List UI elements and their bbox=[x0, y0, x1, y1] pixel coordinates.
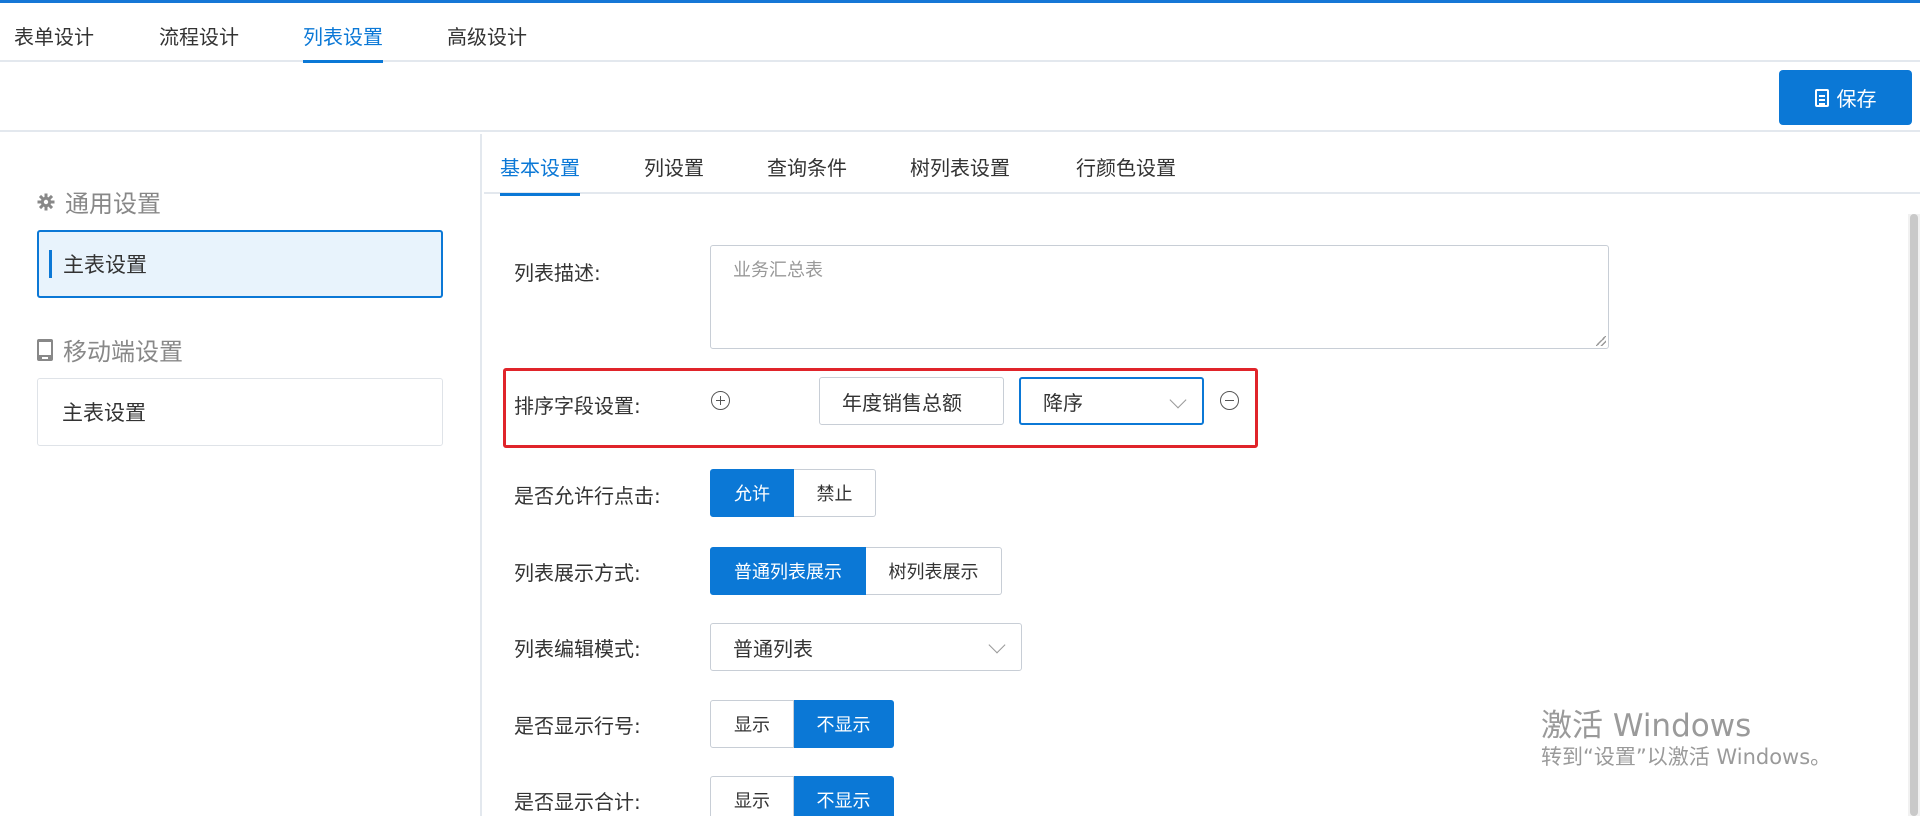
app-root: 表单设计 流程设计 列表设置 高级设计 保存 通用设置 主表设置 移动端设置 主… bbox=[0, 0, 1920, 816]
tab-flow-design[interactable]: 流程设计 bbox=[159, 21, 239, 50]
row-number-toggle: 显示 不显示 bbox=[710, 700, 894, 748]
toolbar: 保存 bbox=[0, 62, 1920, 132]
description-label: 列表描述: bbox=[514, 261, 601, 285]
settings-tab-bar: 基本设置 列设置 查询条件 树列表设置 行颜色设置 bbox=[484, 134, 1920, 196]
chevron-down-icon bbox=[988, 636, 1006, 654]
sort-field-value: 年度销售总额 bbox=[842, 390, 962, 415]
save-button[interactable]: 保存 bbox=[1779, 70, 1912, 125]
edit-mode-label: 列表编辑模式: bbox=[514, 637, 641, 661]
resize-grip-icon[interactable] bbox=[1596, 336, 1606, 346]
total-label: 是否显示合计: bbox=[514, 790, 641, 814]
top-tab-bar: 表单设计 流程设计 列表设置 高级设计 bbox=[0, 3, 1920, 63]
tab-tree-list-settings[interactable]: 树列表设置 bbox=[910, 152, 1010, 181]
tab-query-conditions[interactable]: 查询条件 bbox=[767, 152, 847, 181]
remove-circle-icon[interactable] bbox=[1220, 391, 1239, 410]
sidebar-item-main-table-settings[interactable]: 主表设置 bbox=[37, 230, 443, 298]
document-icon bbox=[1814, 88, 1829, 107]
display-mode-label: 列表展示方式: bbox=[514, 561, 641, 585]
sidebar-group-general: 通用设置 bbox=[37, 184, 161, 219]
display-mode-tree-button[interactable]: 树列表展示 bbox=[866, 547, 1002, 595]
edit-mode-value: 普通列表 bbox=[733, 636, 813, 661]
sort-order-value: 降序 bbox=[1043, 390, 1083, 415]
sidebar-item-mobile-main-table-settings[interactable]: 主表设置 bbox=[37, 378, 443, 446]
row-number-show-button[interactable]: 显示 bbox=[710, 700, 794, 748]
save-button-label: 保存 bbox=[1836, 87, 1877, 111]
sidebar-item-label: 主表设置 bbox=[62, 401, 146, 425]
tab-row-color-settings[interactable]: 行颜色设置 bbox=[1076, 152, 1176, 181]
tab-list-settings[interactable]: 列表设置 bbox=[303, 21, 383, 63]
sidebar-group-general-label: 通用设置 bbox=[65, 190, 161, 218]
sidebar-group-mobile: 移动端设置 bbox=[37, 332, 183, 367]
row-click-forbid-button[interactable]: 禁止 bbox=[794, 469, 876, 517]
description-textarea[interactable]: 业务汇总表 bbox=[710, 245, 1609, 349]
tab-column-settings[interactable]: 列设置 bbox=[644, 152, 704, 181]
total-hide-button[interactable]: 不显示 bbox=[794, 776, 894, 816]
display-mode-toggle: 普通列表展示 树列表展示 bbox=[710, 547, 1002, 595]
row-number-label: 是否显示行号: bbox=[514, 714, 641, 738]
sidebar: 通用设置 主表设置 移动端设置 主表设置 bbox=[0, 134, 482, 816]
edit-mode-select[interactable]: 普通列表 bbox=[710, 623, 1022, 671]
gear-icon bbox=[37, 193, 55, 211]
tab-basic-settings[interactable]: 基本设置 bbox=[500, 152, 580, 196]
row-click-label: 是否允许行点击: bbox=[514, 484, 661, 508]
row-number-hide-button[interactable]: 不显示 bbox=[794, 700, 894, 748]
activation-watermark-title: 激活 Windows bbox=[1541, 708, 1752, 744]
tab-advanced-design[interactable]: 高级设计 bbox=[447, 21, 527, 50]
sidebar-group-mobile-label: 移动端设置 bbox=[63, 338, 183, 366]
total-toggle: 显示 不显示 bbox=[710, 776, 894, 816]
tab-form-design[interactable]: 表单设计 bbox=[14, 21, 94, 50]
total-show-button[interactable]: 显示 bbox=[710, 776, 794, 816]
add-circle-icon[interactable] bbox=[711, 391, 730, 410]
sidebar-item-label: 主表设置 bbox=[63, 253, 147, 277]
activation-watermark-subtitle: 转到“设置”以激活 Windows。 bbox=[1541, 745, 1832, 769]
vertical-scrollbar[interactable] bbox=[1908, 214, 1920, 816]
row-click-toggle: 允许 禁止 bbox=[710, 469, 876, 517]
mobile-icon bbox=[37, 338, 53, 361]
description-value: 业务汇总表 bbox=[733, 260, 823, 281]
sort-field-label: 排序字段设置: bbox=[514, 394, 641, 418]
sort-field-input[interactable]: 年度销售总额 bbox=[819, 377, 1004, 425]
row-click-allow-button[interactable]: 允许 bbox=[710, 469, 794, 517]
sort-order-select[interactable]: 降序 bbox=[1019, 377, 1204, 425]
chevron-down-icon bbox=[1169, 391, 1187, 409]
scrollbar-thumb[interactable] bbox=[1910, 214, 1918, 816]
display-mode-normal-button[interactable]: 普通列表展示 bbox=[710, 547, 866, 595]
